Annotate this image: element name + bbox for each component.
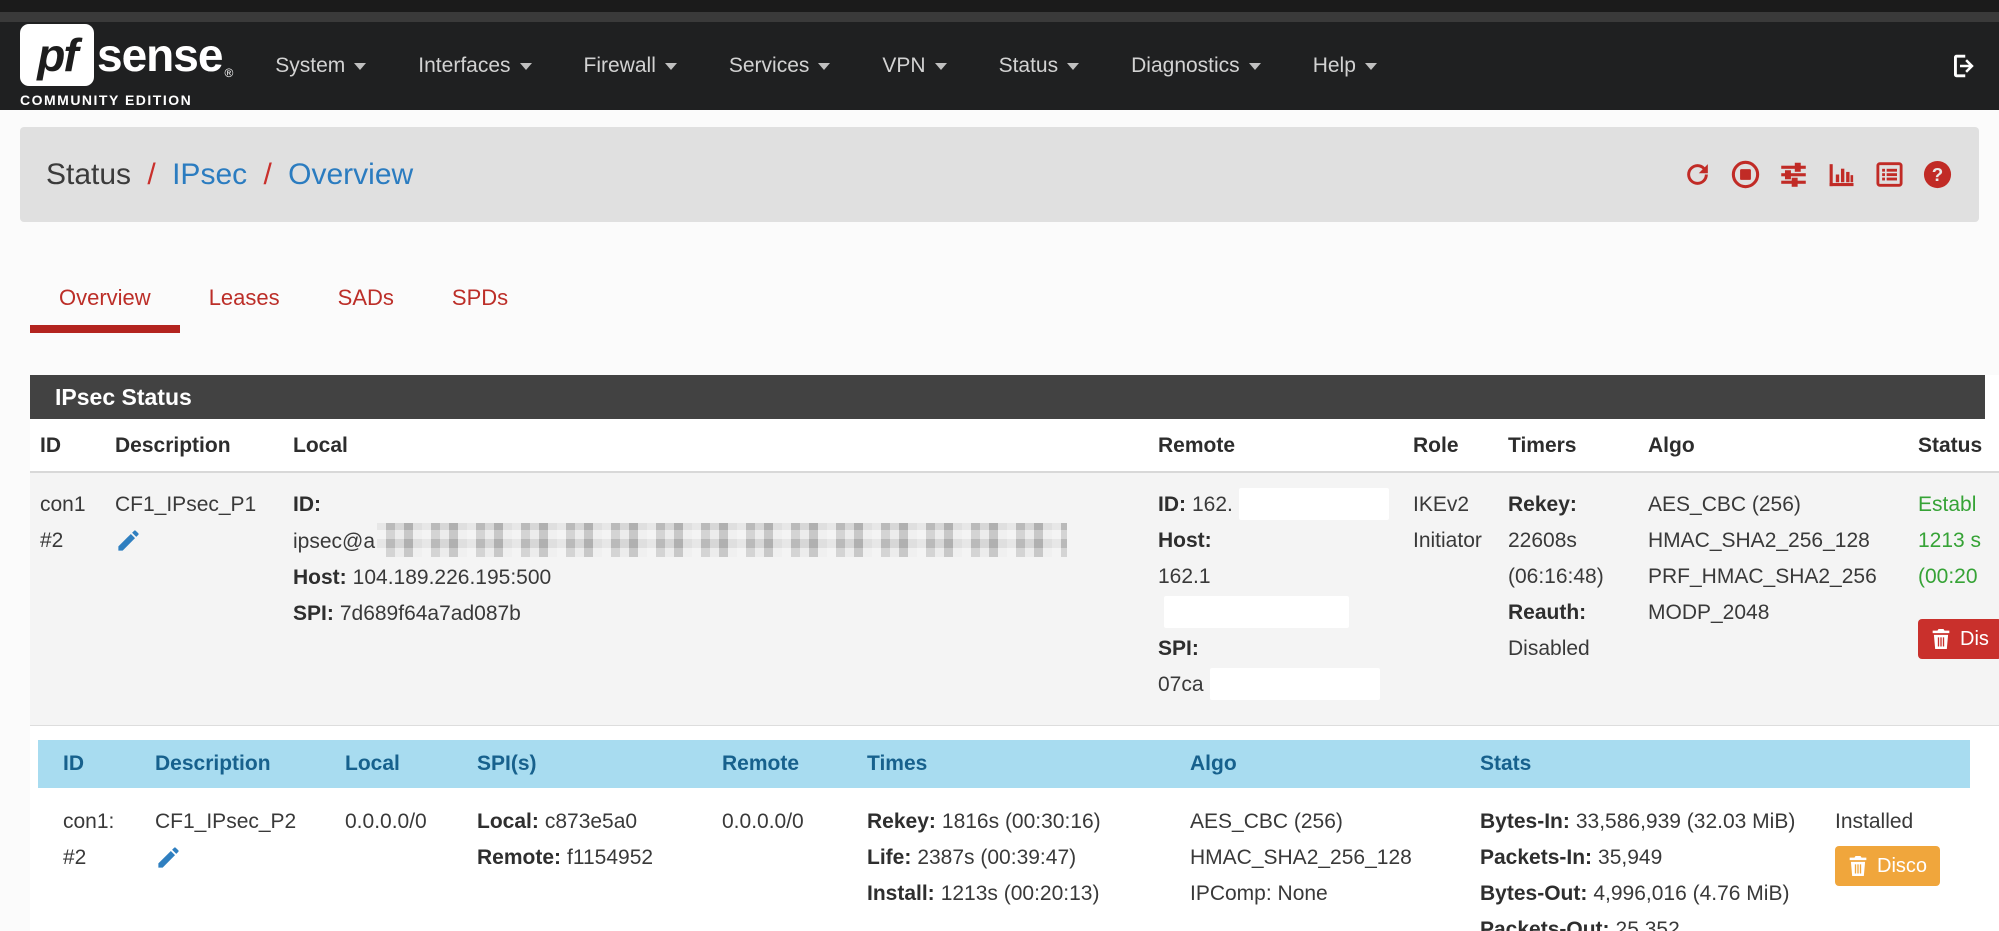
menu-item-system[interactable]: System [249,54,392,78]
child-table-row: con1: #2 CF1_IPsec_P2 0.0.0.0/0 Local:c8… [38,788,1999,931]
col-header-status: Status [1908,419,1999,471]
col-header-local: Local [335,752,467,776]
tab-overview[interactable]: Overview [30,271,180,333]
cell-local: 0.0.0.0/0 [335,788,467,931]
cell-id: con1 #2 [30,473,105,725]
pfsense-logo[interactable]: pf sense ® COMMUNITY EDITION [20,24,233,108]
breadcrumb: Status / IPsec / Overview [46,158,413,192]
chevron-down-icon [1067,63,1079,70]
col-header-id: ID [30,419,105,471]
logo-pf-text: pf [37,28,76,82]
cell-local: ID: ipsec@a Host:104.189.226.195:500 SPI… [283,473,1148,725]
breadcrumb-link-overview[interactable]: Overview [288,158,413,191]
chevron-down-icon [1365,63,1377,70]
logo-registered-mark: ® [224,66,233,80]
logo-subtitle: COMMUNITY EDITION [20,92,233,108]
menu-item-status[interactable]: Status [973,54,1106,78]
breadcrumb-separator: / [139,158,163,191]
cell-timers: Rekey: 22608s (06:16:48) Reauth: Disable… [1498,473,1638,725]
menu-item-help[interactable]: Help [1287,54,1403,78]
ipsec-status-panel: IPsec Status ID Description Local Remote… [30,375,1999,931]
col-header-local: Local [283,419,1148,471]
child-table-wrap: ID Description Local SPI(s) Remote Times… [30,726,1999,931]
menu-item-interfaces[interactable]: Interfaces [392,54,557,78]
status-established: Establ [1918,493,1976,516]
col-header-id: ID [38,752,145,776]
redacted-block [1210,668,1380,700]
cell-description: CF1_IPsec_P2 [145,788,335,931]
top-edge-strip-2 [0,12,1999,22]
logo-sense-text: sense [97,28,222,82]
chevron-down-icon [1249,63,1261,70]
breadcrumb-actions: ? [1682,159,1953,190]
cell-algo: AES_CBC (256) HMAC_SHA2_256_128 IPComp: … [1180,788,1470,931]
help-icon[interactable]: ? [1922,159,1953,190]
child-table-header: ID Description Local SPI(s) Remote Times… [38,740,1970,788]
trash-icon [1848,855,1868,877]
breadcrumb-separator: / [255,158,279,191]
cell-algo: AES_CBC (256) HMAC_SHA2_256_128 PRF_HMAC… [1638,473,1908,725]
list-icon[interactable] [1874,159,1905,190]
sliders-icon[interactable] [1778,159,1809,190]
menu-item-vpn[interactable]: VPN [856,54,972,78]
tab-leases[interactable]: Leases [180,271,309,333]
edit-icon[interactable] [155,844,182,883]
disconnect-button[interactable]: Dis [1918,619,1999,659]
col-header-algo: Algo [1638,419,1908,471]
trash-icon [1931,628,1951,650]
menu-item-diagnostics[interactable]: Diagnostics [1105,54,1287,78]
status-installed: Installed [1835,810,1913,833]
logo-pf-box: pf [20,24,94,86]
col-header-spis: SPI(s) [467,752,712,776]
sign-out-icon[interactable] [1949,51,1979,81]
redacted-block [1239,488,1389,520]
stop-icon[interactable] [1730,159,1761,190]
breadcrumb-link-ipsec[interactable]: IPsec [172,158,247,191]
col-header-role: Role [1403,419,1498,471]
chevron-down-icon [935,63,947,70]
cell-spis: Local:c873e5a0 Remote:f1154952 [467,788,712,931]
col-header-description: Description [145,752,335,776]
cell-remote: 0.0.0.0/0 [712,788,857,931]
col-header-description: Description [105,419,283,471]
col-header-stats: Stats [1470,752,1825,776]
ike-table-row: con1 #2 CF1_IPsec_P1 ID: ipsec@a Host:10… [30,473,1999,726]
col-header-remote: Remote [712,752,857,776]
chevron-down-icon [354,63,366,70]
refresh-icon[interactable] [1682,159,1713,190]
top-edge-strip [0,0,1999,12]
cell-times: Rekey:1816s (00:30:16) Life:2387s (00:39… [857,788,1180,931]
redacted-block [1164,596,1349,628]
tab-spds[interactable]: SPDs [423,271,537,333]
cell-role: IKEv2 Initiator [1403,473,1498,725]
disconnect-button[interactable]: Disco [1835,846,1940,886]
ike-table-header: ID Description Local Remote Role Timers … [30,419,1999,473]
cell-description: CF1_IPsec_P1 [105,473,283,725]
tab-sads[interactable]: SADs [309,271,423,333]
cell-id: con1: #2 [38,788,145,931]
main-menu: System Interfaces Firewall Services VPN … [249,54,1403,78]
cell-stats: Bytes-In:33,586,939 (32.03 MiB) Packets-… [1470,788,1825,931]
redacted-block [377,523,1067,557]
breadcrumb-section: Status [46,158,131,191]
col-header-algo: Algo [1180,752,1470,776]
cell-status: Installed Disco [1825,788,1999,931]
chevron-down-icon [520,63,532,70]
ipsec-tabs: Overview Leases SADs SPDs [30,271,1979,333]
chevron-down-icon [818,63,830,70]
breadcrumb-bar: Status / IPsec / Overview [20,127,1979,222]
bar-chart-icon[interactable] [1826,159,1857,190]
panel-title: IPsec Status [30,375,1985,419]
menu-item-firewall[interactable]: Firewall [558,54,703,78]
cell-status: Establ 1213 s (00:20 Dis [1908,473,1999,725]
col-header-times: Times [857,752,1180,776]
svg-text:?: ? [1932,164,1943,185]
menu-item-services[interactable]: Services [703,54,857,78]
cell-remote: ID:162. Host: 162.1 SPI: 07ca [1148,473,1403,725]
chevron-down-icon [665,63,677,70]
col-header-remote: Remote [1148,419,1403,471]
edit-icon[interactable] [115,527,142,566]
col-header-timers: Timers [1498,419,1638,471]
top-navbar: pf sense ® COMMUNITY EDITION System Inte… [0,22,1999,110]
